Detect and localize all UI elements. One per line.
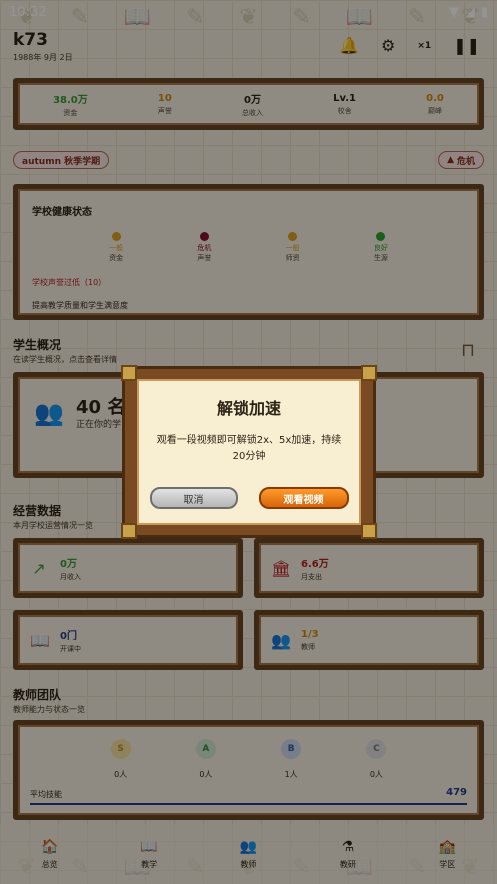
dialog-title: 解锁加速 (216, 399, 281, 418)
corner-ornament (361, 523, 377, 539)
dialog-message: 观看一段视频即可解锁2x、5x加速，持续20分钟 (156, 435, 342, 462)
unlock-speed-dialog: 解锁加速 观看一段视频即可解锁2x、5x加速，持续20分钟 取消 观看视频 (121, 365, 377, 539)
corner-ornament (121, 523, 137, 539)
cancel-button[interactable]: 取消 (149, 487, 238, 509)
watch-video-button[interactable]: 观看视频 (258, 487, 349, 509)
corner-ornament (361, 365, 377, 381)
corner-ornament (121, 365, 137, 381)
